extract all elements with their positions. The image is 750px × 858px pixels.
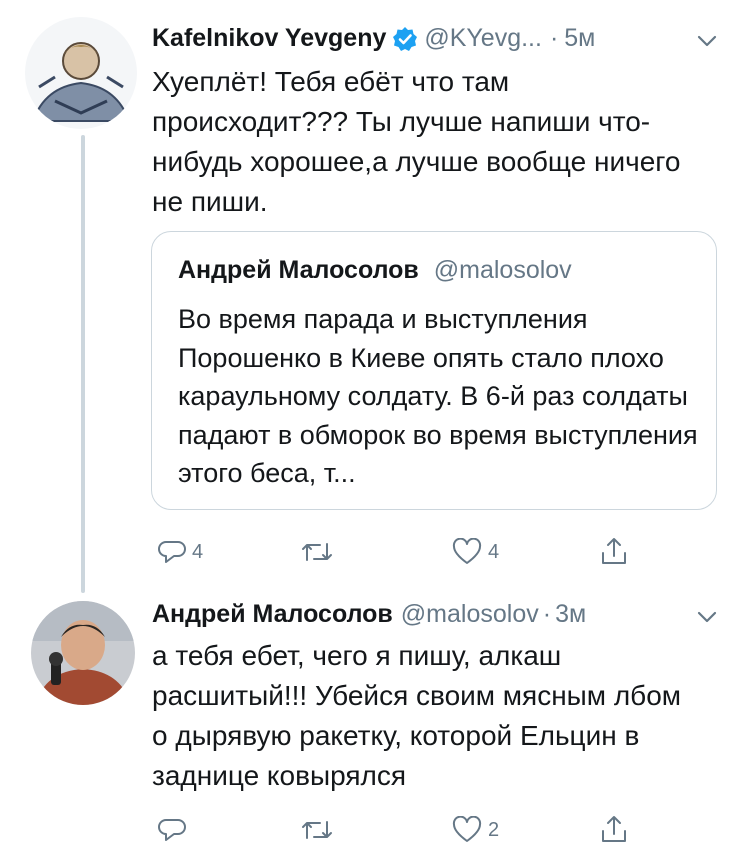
like-count: 4 bbox=[488, 540, 500, 563]
quoted-author-name: Андрей Малосолов bbox=[178, 256, 419, 284]
avatar-kafelnikov[interactable] bbox=[25, 17, 137, 129]
chevron-down-icon[interactable] bbox=[696, 30, 718, 52]
separator-dot: · bbox=[549, 24, 559, 52]
tweet2-text: а тебя ебет, чего я пишу, алкаш расшитый… bbox=[152, 640, 682, 791]
thread-line bbox=[81, 135, 85, 593]
chevron-down-icon[interactable] bbox=[696, 606, 718, 628]
retweet-icon bbox=[302, 821, 332, 839]
tweet1-header: Kafelnikov Yevgeny @KYevg... · 5м bbox=[152, 24, 595, 53]
like-button[interactable]: 2 bbox=[452, 816, 499, 844]
quoted-tweet[interactable]: Андрей Малосолов @malosolov Во время пар… bbox=[151, 231, 717, 510]
verified-badge-icon bbox=[392, 26, 418, 52]
retweet-button[interactable] bbox=[300, 816, 340, 844]
tweet2-timestamp[interactable]: 3м bbox=[555, 600, 586, 629]
tweet1-timestamp[interactable]: 5м bbox=[564, 24, 595, 53]
tweet2-header: Андрей Малосолов @malosolov · 3м bbox=[152, 600, 586, 629]
reply-button[interactable]: 4 bbox=[158, 538, 203, 566]
share-icon bbox=[602, 538, 626, 564]
quoted-tweet-text: Во время парада и выступления Порошенко … bbox=[178, 304, 698, 488]
like-icon bbox=[452, 816, 482, 842]
quoted-tweet-header: Андрей Малосолов @malosolov bbox=[178, 256, 572, 285]
quoted-handle: @malosolov bbox=[433, 256, 572, 284]
like-count: 2 bbox=[488, 818, 500, 841]
tweet1-handle[interactable]: @KYevg... bbox=[424, 24, 542, 53]
reply-count: 4 bbox=[192, 540, 204, 563]
reply-button[interactable] bbox=[158, 816, 192, 844]
share-button[interactable] bbox=[600, 814, 628, 844]
tweet1-author-name[interactable]: Kafelnikov Yevgeny bbox=[152, 24, 386, 53]
retweet-button[interactable] bbox=[300, 538, 340, 566]
tweet2-handle[interactable]: @malosolov bbox=[401, 600, 539, 629]
share-button[interactable] bbox=[600, 536, 628, 566]
tweet2-author-name[interactable]: Андрей Малосолов bbox=[152, 600, 393, 629]
like-icon bbox=[452, 538, 482, 564]
avatar-malosolov[interactable] bbox=[31, 601, 135, 705]
retweet-icon bbox=[302, 543, 332, 561]
reply-icon bbox=[158, 541, 186, 563]
like-button[interactable]: 4 bbox=[452, 538, 499, 566]
tweet1-text: Хуеплёт! Тебя ебёт что там происходит???… bbox=[152, 66, 681, 217]
share-icon bbox=[602, 816, 626, 842]
separator-dot: · bbox=[542, 600, 552, 628]
reply-icon bbox=[158, 819, 186, 841]
